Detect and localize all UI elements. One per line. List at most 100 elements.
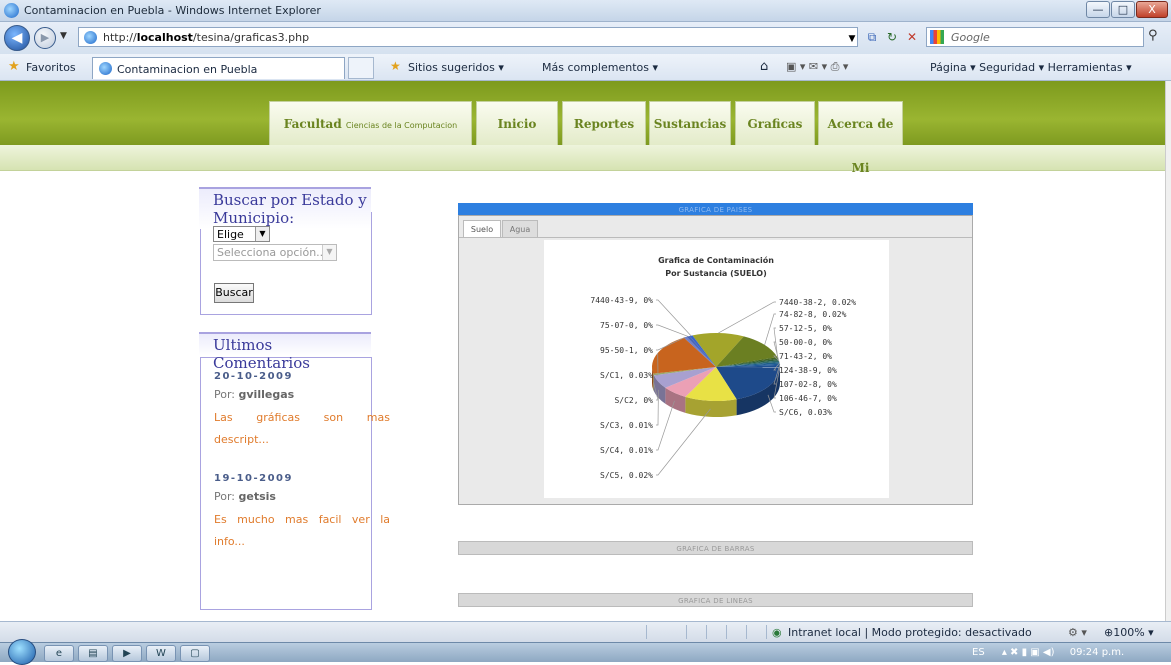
url-host: localhost <box>137 31 193 44</box>
comment-text[interactable]: Las gráficas son mas descript... <box>214 407 390 451</box>
zoom-value: 100% <box>1113 626 1144 639</box>
page-icon <box>84 31 97 44</box>
chevron-down-icon: ▼ <box>322 245 336 260</box>
search-button[interactable]: Buscar <box>214 283 254 303</box>
nav-inicio[interactable]: Inicio <box>476 101 558 145</box>
pie-label: 71-43-2, 0% <box>779 352 832 361</box>
pie-leader-line <box>656 300 691 336</box>
search-icon[interactable]: ⚲ <box>1148 28 1158 43</box>
favorites-star-icon[interactable]: ★ <box>8 59 20 74</box>
chart-title: Grafica de Contaminación <box>658 255 774 265</box>
security-zone-text[interactable]: Intranet local | Modo protegido: desacti… <box>788 626 1032 639</box>
pie-leader-line <box>656 409 711 475</box>
pie-label: 107-02-8, 0% <box>779 380 837 389</box>
tab-agua[interactable]: Agua <box>502 220 538 237</box>
address-bar[interactable]: http://localhost/tesina/graficas3.php <box>78 27 858 47</box>
window-titlebar: Contaminacion en Puebla - Windows Intern… <box>0 0 1171 22</box>
bars-chart-header[interactable]: GRAFICA DE BARRAS <box>458 541 973 555</box>
nav-reportes[interactable]: Reportes <box>562 101 646 145</box>
status-bar: ◉ Intranet local | Modo protegido: desac… <box>0 621 1171 642</box>
comment-author-name: getsis <box>239 490 276 503</box>
pie-leader-line <box>656 401 674 450</box>
pie-label: S/C5, 0.02% <box>600 471 653 480</box>
minimize-button[interactable]: — <box>1086 1 1110 18</box>
municipio-select[interactable]: Selecciona opción... ▼ <box>213 244 337 261</box>
status-divider <box>686 625 687 639</box>
address-dropdown-icon[interactable]: ▼ <box>842 29 862 49</box>
forward-button[interactable]: ▶ <box>34 27 56 49</box>
back-button[interactable]: ◀ <box>4 25 30 51</box>
media-player-taskbar-icon[interactable]: ▶ <box>112 645 142 662</box>
suggested-sites-link[interactable]: Sitios sugeridos ▾ <box>408 61 504 74</box>
new-tab-button[interactable] <box>348 57 374 79</box>
more-addons-link[interactable]: Más complementos ▾ <box>542 61 658 74</box>
tab-title: Contaminacion en Puebla <box>117 63 257 76</box>
stop-icon[interactable]: ✕ <box>902 27 922 47</box>
refresh-icon[interactable]: ↻ <box>882 27 902 47</box>
add-favorite-icon[interactable]: ★ <box>390 59 401 73</box>
nav-graficas[interactable]: Graficas <box>735 101 815 145</box>
compat-view-icon[interactable]: ⧉ <box>862 27 882 47</box>
comment-date: 20-10-2009 <box>214 371 293 382</box>
search-panel-title: Buscar por Estado y Municipio: <box>199 187 371 229</box>
pie-label: S/C4, 0.01% <box>600 446 653 455</box>
status-divider <box>726 625 727 639</box>
comment-by-label: Por: <box>214 490 235 503</box>
pie-label: 7440-43-9, 0% <box>590 296 653 305</box>
feeds-icon[interactable]: ▣ ▾ ✉ ▾ ⎙ ▾ <box>786 60 848 74</box>
pie-label: 74-82-8, 0.02% <box>779 310 847 319</box>
close-button[interactable]: X <box>1136 1 1168 18</box>
status-divider <box>746 625 747 639</box>
clock[interactable]: 09:24 p.m. <box>1070 647 1124 658</box>
favorites-button[interactable]: Favoritos <box>26 61 76 74</box>
intranet-icon: ◉ <box>772 626 782 639</box>
nav-sustancias[interactable]: Sustancias <box>649 101 731 145</box>
pie-label: 124-38-9, 0% <box>779 366 837 375</box>
url-path: /tesina/graficas3.php <box>193 31 309 44</box>
maximize-button[interactable]: □ <box>1111 1 1135 18</box>
municipio-select-value: Selecciona opción... <box>217 246 327 259</box>
tab-suelo[interactable]: Suelo <box>463 220 501 237</box>
comment-author-name: gvillegas <box>239 388 295 401</box>
ie-taskbar-icon[interactable]: e <box>44 645 74 662</box>
history-dropdown-icon[interactable]: ▼ <box>60 31 67 41</box>
pie-leader-line <box>718 302 776 333</box>
nav-acerca[interactable]: Acerca de Mi <box>818 101 903 145</box>
lines-chart-header[interactable]: GRAFICA DE LINEAS <box>458 593 973 607</box>
window-taskbar-icon[interactable]: ▢ <box>180 645 210 662</box>
pie-leader-line <box>656 325 688 336</box>
language-indicator[interactable]: ES <box>972 647 985 658</box>
zoom-level[interactable]: ⊕100% ▾ <box>1104 626 1154 639</box>
pie-label: 57-12-5, 0% <box>779 324 832 333</box>
page-viewport: Facultad Ciencias de la Computacion Inic… <box>0 81 1165 621</box>
home-icon[interactable]: ⌂ <box>760 59 768 74</box>
pie-label: S/C6, 0.03% <box>779 408 832 417</box>
app-taskbar-icon[interactable]: W <box>146 645 176 662</box>
pie-label: 7440-38-2, 0.02% <box>779 298 856 307</box>
chart-subtitle: Por Sustancia (SUELO) <box>665 269 767 278</box>
protected-mode-icon[interactable]: ⚙ ▾ <box>1068 626 1087 639</box>
tray-icons[interactable]: ▴ ✖ ▮ ▣ ◀) <box>1002 647 1055 658</box>
start-button[interactable] <box>8 639 36 665</box>
comment-date: 19-10-2009 <box>214 473 293 484</box>
vertical-scrollbar[interactable] <box>1165 81 1171 621</box>
nav-faculty[interactable]: Facultad Ciencias de la Computacion <box>269 101 472 145</box>
status-divider <box>766 625 767 639</box>
pie-label: 95-50-1, 0% <box>600 346 653 355</box>
favorites-bar: ★ Favoritos Contaminacion en Puebla ★ Si… <box>0 54 1171 81</box>
nav-faculty-sub: Ciencias de la Computacion <box>346 121 457 130</box>
comment-text[interactable]: Es mucho mas facil ver la info... <box>214 509 390 553</box>
state-select[interactable]: Elige ▼ <box>213 226 270 242</box>
pie-label: S/C2, 0% <box>614 396 653 405</box>
comment-by-label: Por: <box>214 388 235 401</box>
address-toolbar: ◀ ▶ ▼ http://localhost/tesina/graficas3.… <box>0 22 1171 54</box>
system-tray: ES ▴ ✖ ▮ ▣ ◀) 09:24 p.m. <box>972 647 1124 658</box>
status-divider <box>646 625 647 639</box>
status-divider <box>706 625 707 639</box>
comments-panel-title: Ultimos Comentarios <box>199 332 371 356</box>
explorer-taskbar-icon[interactable]: ▤ <box>78 645 108 662</box>
command-bar-tools[interactable]: Página ▾ Seguridad ▾ Herramientas ▾ <box>930 61 1132 74</box>
search-input[interactable]: Google <box>926 27 1144 47</box>
chart-panel: Suelo Agua Grafica de Contaminación Por … <box>458 215 973 505</box>
browser-tab[interactable]: Contaminacion en Puebla <box>92 57 345 79</box>
